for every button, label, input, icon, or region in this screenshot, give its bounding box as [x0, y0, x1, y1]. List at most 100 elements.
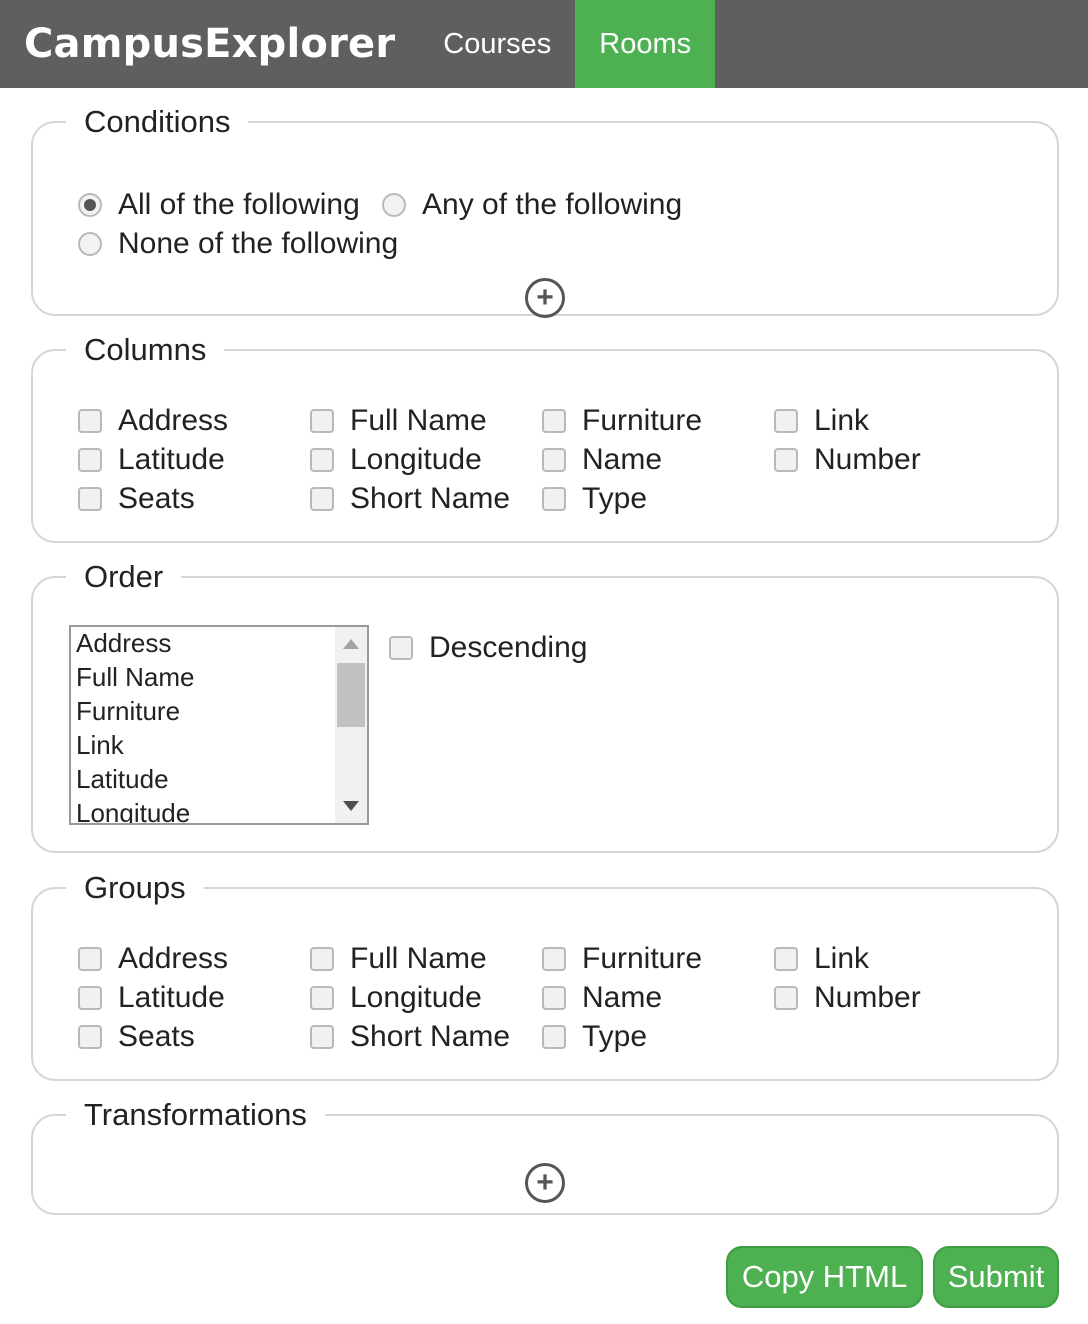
checkbox[interactable] — [774, 947, 798, 971]
checkbox[interactable] — [78, 409, 102, 433]
group-label: Number — [814, 981, 921, 1014]
group-label: Seats — [118, 1020, 195, 1053]
group-checkbox-type[interactable]: Type — [542, 1020, 647, 1054]
checkbox[interactable] — [774, 448, 798, 472]
checkbox[interactable] — [542, 1025, 566, 1049]
checkbox[interactable] — [78, 947, 102, 971]
group-checkbox-seats[interactable]: Seats — [78, 1020, 195, 1054]
column-checkbox-type[interactable]: Type — [542, 482, 647, 516]
column-label: Seats — [118, 482, 195, 515]
column-checkbox-longitude[interactable]: Longitude — [310, 443, 482, 477]
group-label: Address — [118, 942, 229, 975]
order-legend: Order — [84, 559, 164, 594]
descending-option[interactable]: Descending — [389, 631, 587, 665]
condition-none-label: None of the following — [118, 227, 399, 260]
tab-courses[interactable]: Courses — [419, 0, 575, 88]
add-condition-plus-icon[interactable]: + — [525, 278, 565, 318]
group-label: Longitude — [350, 981, 482, 1014]
radio-all[interactable] — [78, 193, 102, 217]
columns-legend: Columns — [84, 332, 207, 367]
column-label: Furniture — [582, 404, 703, 437]
descending-label: Descending — [429, 631, 588, 664]
column-checkbox-furniture[interactable]: Furniture — [542, 404, 702, 438]
add-transformation-plus-icon[interactable]: + — [525, 1163, 565, 1203]
condition-any-label: Any of the following — [422, 188, 683, 221]
column-checkbox-address[interactable]: Address — [78, 404, 228, 438]
scroll-thumb[interactable] — [337, 663, 365, 727]
group-checkbox-address[interactable]: Address — [78, 942, 228, 976]
submit-button[interactable]: Submit — [933, 1246, 1059, 1308]
checkbox[interactable] — [542, 409, 566, 433]
order-option[interactable]: Address — [71, 627, 367, 661]
condition-any-option[interactable]: Any of the following — [382, 188, 682, 222]
order-option[interactable]: Full Name — [71, 661, 367, 695]
group-label: Latitude — [118, 981, 225, 1014]
column-checkbox-short-name[interactable]: Short Name — [310, 482, 510, 516]
group-checkbox-longitude[interactable]: Longitude — [310, 981, 482, 1015]
checkbox[interactable] — [542, 448, 566, 472]
group-checkbox-latitude[interactable]: Latitude — [78, 981, 225, 1015]
checkbox[interactable] — [78, 1025, 102, 1049]
brand-title: CampusExplorer — [24, 21, 396, 67]
column-label: Short Name — [350, 482, 511, 515]
group-label: Name — [582, 981, 663, 1014]
column-checkbox-seats[interactable]: Seats — [78, 482, 195, 516]
group-label: Furniture — [582, 942, 703, 975]
checkbox[interactable] — [310, 487, 334, 511]
condition-all-label: All of the following — [118, 188, 360, 221]
order-option[interactable]: Longitude — [71, 797, 367, 823]
conditions-legend: Conditions — [84, 104, 231, 139]
group-checkbox-number[interactable]: Number — [774, 981, 921, 1015]
descending-checkbox[interactable] — [389, 636, 413, 660]
order-option[interactable]: Link — [71, 729, 367, 763]
order-option[interactable]: Latitude — [71, 763, 367, 797]
column-checkbox-latitude[interactable]: Latitude — [78, 443, 225, 477]
checkbox[interactable] — [78, 986, 102, 1010]
group-checkbox-full-name[interactable]: Full Name — [310, 942, 487, 976]
column-label: Number — [814, 443, 921, 476]
groups-legend: Groups — [84, 870, 186, 905]
copy-html-button[interactable]: Copy HTML — [726, 1246, 923, 1308]
checkbox[interactable] — [542, 986, 566, 1010]
listbox-scrollbar[interactable] — [335, 627, 367, 823]
column-checkbox-full-name[interactable]: Full Name — [310, 404, 487, 438]
checkbox[interactable] — [542, 947, 566, 971]
column-checkbox-name[interactable]: Name — [542, 443, 662, 477]
order-select-list[interactable]: Address Full Name Furniture Link Latitud… — [69, 625, 369, 825]
checkbox[interactable] — [774, 409, 798, 433]
checkbox[interactable] — [310, 986, 334, 1010]
column-checkbox-number[interactable]: Number — [774, 443, 921, 477]
group-checkbox-short-name[interactable]: Short Name — [310, 1020, 510, 1054]
group-checkbox-furniture[interactable]: Furniture — [542, 942, 702, 976]
column-label: Type — [582, 482, 648, 515]
order-fieldset: Order Address Full Name Furniture Link L… — [31, 559, 1059, 853]
checkbox[interactable] — [78, 487, 102, 511]
group-checkbox-link[interactable]: Link — [774, 942, 869, 976]
checkbox[interactable] — [78, 448, 102, 472]
tab-rooms[interactable]: Rooms — [575, 0, 716, 88]
condition-none-option[interactable]: None of the following — [78, 227, 398, 261]
checkbox[interactable] — [310, 947, 334, 971]
top-nav: CampusExplorer Courses Rooms — [0, 0, 1088, 88]
condition-all-option[interactable]: All of the following — [78, 188, 360, 222]
group-label: Short Name — [350, 1020, 511, 1053]
column-label: Name — [582, 443, 663, 476]
conditions-fieldset: Conditions All of the following Any of t… — [31, 104, 1059, 318]
column-label: Link — [814, 404, 870, 437]
checkbox[interactable] — [310, 448, 334, 472]
order-option[interactable]: Furniture — [71, 695, 367, 729]
radio-any[interactable] — [382, 193, 406, 217]
scroll-up-arrow-icon[interactable] — [343, 639, 359, 649]
columns-fieldset: Columns Address Full Name Furniture Link… — [31, 332, 1059, 543]
group-label: Link — [814, 942, 870, 975]
checkbox[interactable] — [542, 487, 566, 511]
group-label: Full Name — [350, 942, 487, 975]
radio-none[interactable] — [78, 232, 102, 256]
checkbox[interactable] — [774, 986, 798, 1010]
checkbox[interactable] — [310, 409, 334, 433]
checkbox[interactable] — [310, 1025, 334, 1049]
group-checkbox-name[interactable]: Name — [542, 981, 662, 1015]
scroll-down-arrow-icon[interactable] — [343, 801, 359, 811]
column-label: Full Name — [350, 404, 487, 437]
column-checkbox-link[interactable]: Link — [774, 404, 869, 438]
